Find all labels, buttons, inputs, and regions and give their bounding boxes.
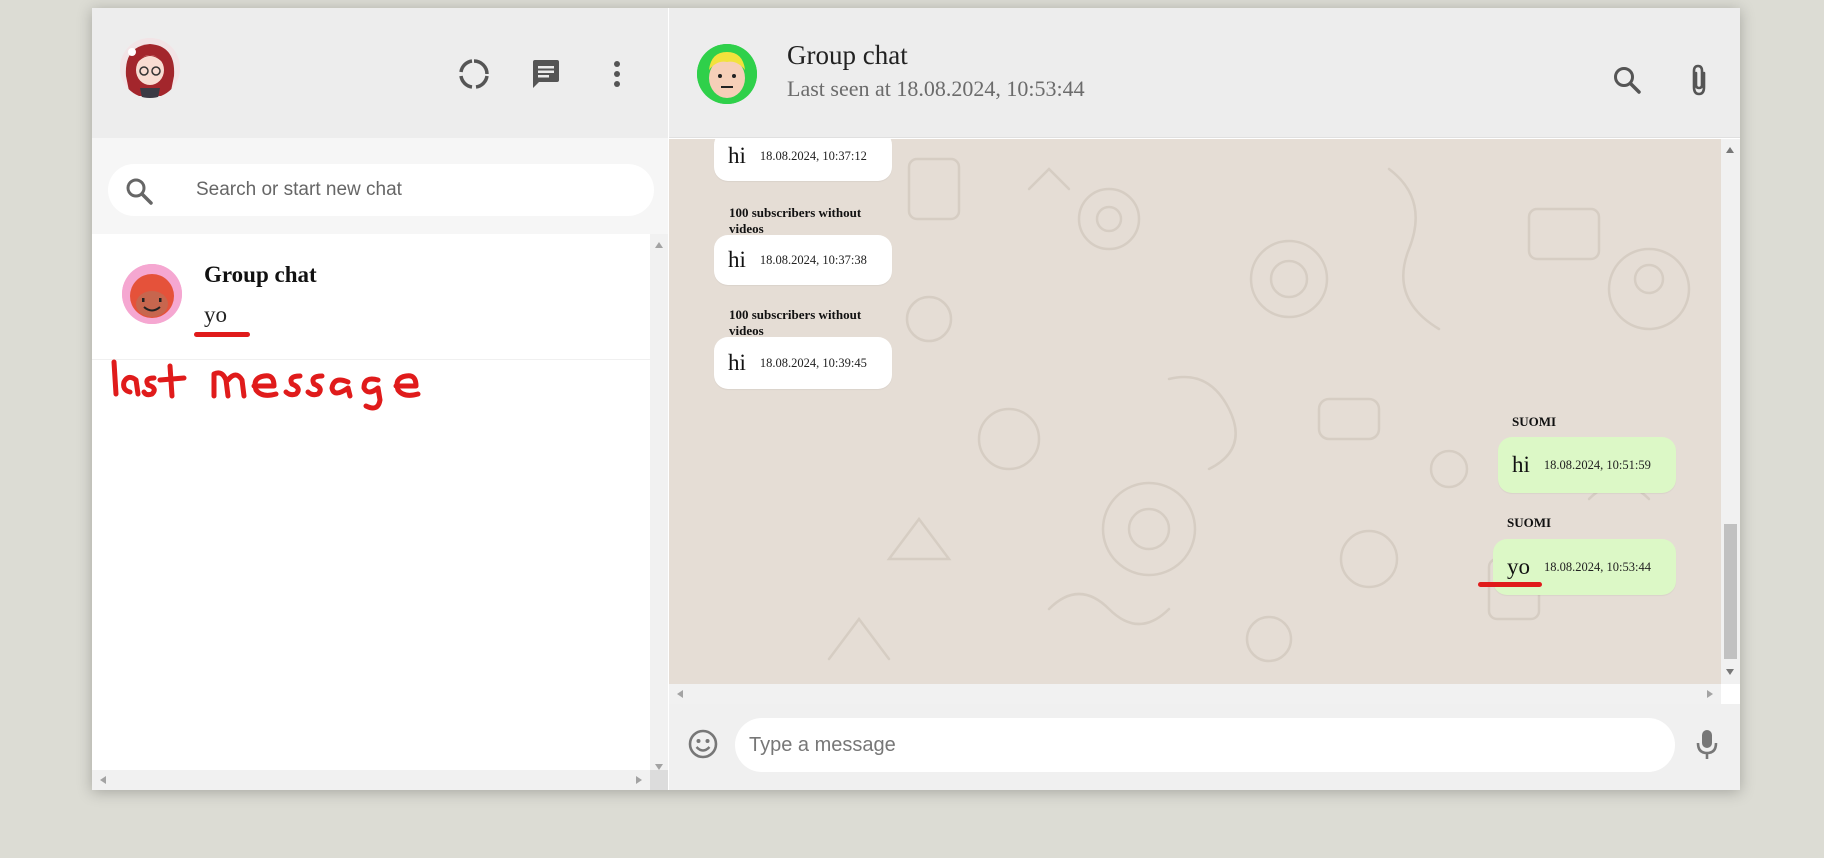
scrollbar-thumb[interactable] — [1724, 524, 1737, 659]
search-bar — [92, 138, 668, 234]
messages-scrollbar[interactable] — [1721, 139, 1740, 684]
conversation-panel: Group chat Last seen at 18.08.2024, 10:5… — [669, 8, 1740, 790]
message-time: 18.08.2024, 10:37:38 — [759, 252, 867, 267]
chat-name: Group chat — [204, 262, 317, 287]
message-bubble: hi 18.08.2024, 10:51:59 — [1498, 437, 1676, 493]
message-bubble: hi 18.08.2024, 10:37:12 — [714, 139, 892, 181]
sidebar: Group chat yo — [92, 8, 668, 790]
sidebar-header — [92, 8, 668, 138]
chat-list-scrollbar[interactable] — [650, 234, 668, 778]
chat-list: Group chat yo — [92, 234, 650, 778]
search-input[interactable] — [196, 164, 636, 216]
group-avatar[interactable] — [697, 44, 757, 104]
messages-hscrollbar[interactable] — [669, 684, 1721, 704]
message-time: 18.08.2024, 10:51:59 — [1543, 457, 1651, 472]
conversation-header: Group chat Last seen at 18.08.2024, 10:5… — [669, 8, 1740, 138]
message-sender: SUOMI — [1512, 414, 1557, 429]
message-composer — [669, 704, 1740, 790]
chat-list-item[interactable]: Group chat yo — [92, 234, 650, 360]
message-time: 18.08.2024, 10:53:44 — [1544, 559, 1651, 574]
menu-icon[interactable] — [597, 54, 637, 94]
microphone-icon[interactable] — [1695, 728, 1719, 767]
message-text: hi — [728, 247, 746, 272]
latest-message-underline — [1478, 582, 1542, 587]
message-text: hi — [728, 350, 746, 375]
message-text: hi — [1512, 452, 1530, 477]
message-text: yo — [1507, 554, 1530, 579]
handwritten-annotation — [110, 356, 510, 417]
message-time: 18.08.2024, 10:37:12 — [759, 148, 867, 163]
search-icon — [124, 176, 154, 211]
chat-list-hscrollbar[interactable] — [92, 770, 650, 790]
emoji-icon[interactable] — [687, 728, 719, 765]
message-sender: 100 subscribers without videos — [729, 205, 862, 236]
chat-avatar — [122, 264, 182, 324]
new-chat-icon[interactable] — [526, 54, 566, 94]
message-text: hi — [728, 143, 746, 168]
profile-avatar[interactable] — [120, 38, 180, 98]
message-bubble: hi 18.08.2024, 10:37:38 — [714, 235, 892, 285]
search-box[interactable] — [108, 164, 654, 216]
message-input[interactable] — [735, 718, 1675, 772]
last-message-underline — [194, 332, 250, 337]
message-time: 18.08.2024, 10:39:45 — [759, 355, 867, 370]
chat-last-message: yo — [204, 302, 227, 327]
message-bubble: hi 18.08.2024, 10:39:45 — [714, 337, 892, 389]
message-sender: SUOMI — [1507, 515, 1552, 530]
app-window: Group chat yo — [92, 8, 1740, 790]
search-icon[interactable] — [1607, 60, 1647, 100]
message-area[interactable]: hi 18.08.2024, 10:37:12 100 subscribers … — [669, 139, 1721, 684]
attach-icon[interactable] — [1679, 60, 1719, 100]
message-sender: 100 subscribers without videos — [729, 307, 862, 338]
conversation-title: Group chat — [787, 40, 908, 70]
last-seen-status: Last seen at 18.08.2024, 10:53:44 — [787, 76, 1085, 101]
status-icon[interactable] — [454, 54, 494, 94]
